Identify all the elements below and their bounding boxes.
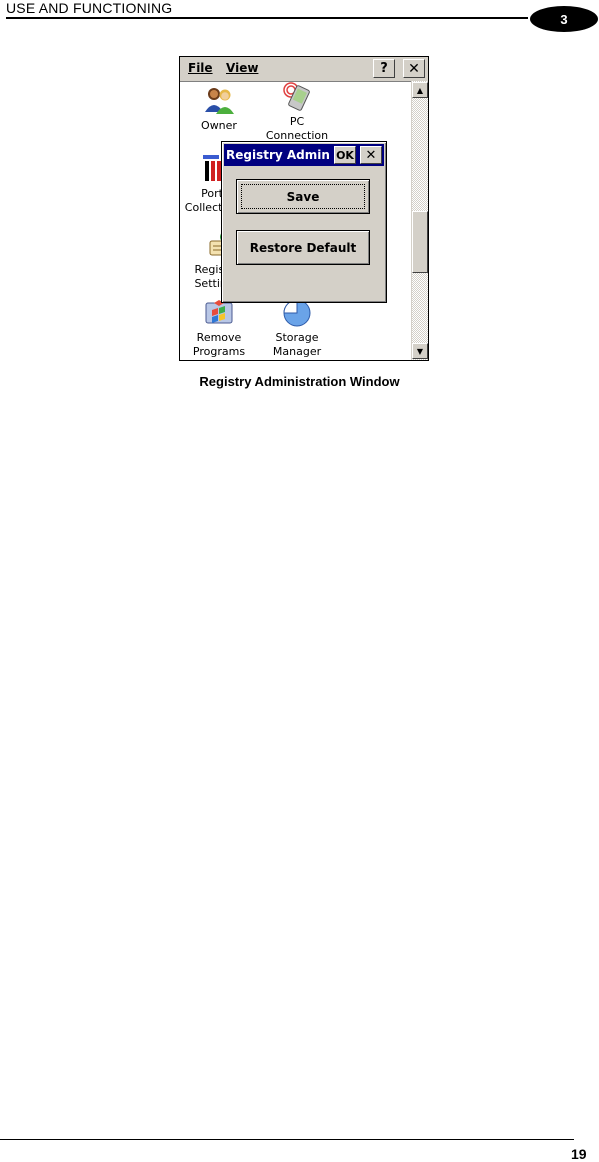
- figure-caption: Registry Administration Window: [199, 374, 400, 389]
- device-screenshot: File View ? ✕ Owner PC Connection Port C…: [179, 56, 429, 361]
- icon-pc-connection[interactable]: PC Connection: [262, 81, 332, 143]
- menu-view[interactable]: View: [226, 61, 258, 75]
- vertical-scrollbar[interactable]: ▲ ▼: [411, 81, 428, 360]
- icon-remove-programs[interactable]: Remove Programs: [184, 297, 254, 359]
- icon-owner[interactable]: Owner: [184, 85, 254, 133]
- icon-label: Remove Programs: [192, 331, 246, 358]
- page-footer-line: [0, 1139, 574, 1140]
- chapter-badge: 3: [530, 6, 598, 32]
- scroll-thumb[interactable]: [412, 211, 428, 273]
- icon-label: Owner: [201, 119, 237, 132]
- scroll-up-arrow-icon[interactable]: ▲: [412, 82, 428, 98]
- page-header-title: USE AND FUNCTIONING: [6, 0, 173, 16]
- icon-label: Storage Manager: [272, 331, 322, 358]
- icon-label: PC Connection: [265, 115, 329, 142]
- registry-admin-dialog: Registry Admin OK ✕ Save Restore Default: [221, 141, 387, 303]
- dialog-ok-button[interactable]: OK: [334, 146, 356, 164]
- help-button[interactable]: ?: [373, 59, 395, 78]
- save-button[interactable]: Save: [236, 179, 370, 214]
- page-header-line: [6, 17, 528, 19]
- close-button[interactable]: ✕: [403, 59, 425, 78]
- menu-file[interactable]: File: [188, 61, 213, 75]
- scroll-down-arrow-icon[interactable]: ▼: [412, 343, 428, 359]
- menu-bar: File View ? ✕: [180, 57, 428, 82]
- dialog-close-button[interactable]: ✕: [360, 146, 382, 164]
- restore-default-button[interactable]: Restore Default: [236, 230, 370, 265]
- pc-connection-icon: [283, 82, 310, 111]
- dialog-title: Registry Admin: [226, 148, 330, 162]
- icon-storage-manager[interactable]: Storage Manager: [262, 297, 332, 359]
- owner-icon: [205, 88, 234, 114]
- dialog-title-bar: Registry Admin OK ✕: [224, 144, 384, 166]
